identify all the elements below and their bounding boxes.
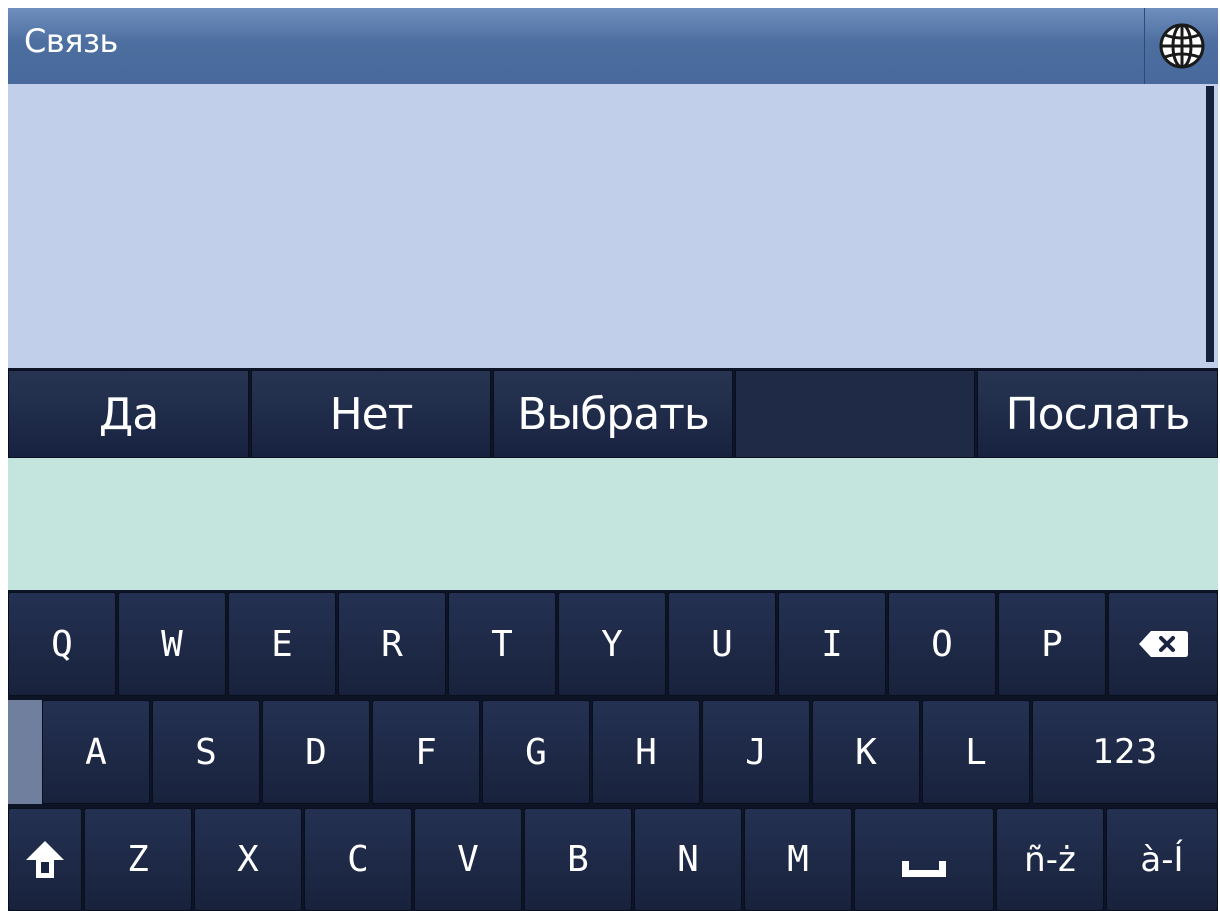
empty-action-slot bbox=[735, 370, 975, 458]
on-screen-keyboard: Q W E R T Y U I O P A S D F G H J K L 12… bbox=[8, 590, 1218, 911]
key-z[interactable]: Z bbox=[84, 808, 192, 911]
accent-key-a-i[interactable]: à-Í bbox=[1106, 808, 1218, 911]
language-button[interactable] bbox=[1144, 8, 1218, 84]
window-title: Связь bbox=[24, 22, 118, 60]
key-o[interactable]: O bbox=[888, 592, 996, 696]
text-input-field[interactable] bbox=[8, 458, 1218, 590]
shift-icon bbox=[26, 840, 64, 878]
message-scrollbar[interactable] bbox=[1206, 86, 1214, 362]
message-history-area[interactable] bbox=[8, 84, 1218, 368]
key-l[interactable]: L bbox=[922, 700, 1030, 804]
select-button[interactable]: Выбрать bbox=[493, 370, 733, 458]
key-y[interactable]: Y bbox=[558, 592, 666, 696]
key-g[interactable]: G bbox=[482, 700, 590, 804]
key-m[interactable]: M bbox=[744, 808, 852, 911]
key-w[interactable]: W bbox=[118, 592, 226, 696]
space-icon bbox=[902, 860, 946, 877]
key-h[interactable]: H bbox=[592, 700, 700, 804]
accent-key-n-z[interactable]: ñ-ż bbox=[996, 808, 1104, 911]
key-q[interactable]: Q bbox=[8, 592, 116, 696]
key-e[interactable]: E bbox=[228, 592, 336, 696]
key-p[interactable]: P bbox=[998, 592, 1106, 696]
action-bar: Да Нет Выбрать Послать bbox=[8, 368, 1218, 458]
space-key[interactable] bbox=[854, 808, 994, 911]
key-u[interactable]: U bbox=[668, 592, 776, 696]
send-button[interactable]: Послать bbox=[977, 370, 1218, 458]
numbers-key[interactable]: 123 bbox=[1032, 700, 1218, 804]
key-v[interactable]: V bbox=[414, 808, 522, 911]
key-b[interactable]: B bbox=[524, 808, 632, 911]
key-k[interactable]: K bbox=[812, 700, 920, 804]
key-c[interactable]: C bbox=[304, 808, 412, 911]
key-d[interactable]: D bbox=[262, 700, 370, 804]
backspace-key[interactable] bbox=[1108, 592, 1218, 696]
key-a[interactable]: A bbox=[42, 700, 150, 804]
no-button[interactable]: Нет bbox=[251, 370, 491, 458]
key-i[interactable]: I bbox=[778, 592, 886, 696]
key-r[interactable]: R bbox=[338, 592, 446, 696]
title-bar: Связь bbox=[8, 8, 1218, 84]
keyboard-row-indent bbox=[8, 700, 42, 804]
key-j[interactable]: J bbox=[702, 700, 810, 804]
key-x[interactable]: X bbox=[194, 808, 302, 911]
key-s[interactable]: S bbox=[152, 700, 260, 804]
key-f[interactable]: F bbox=[372, 700, 480, 804]
shift-key[interactable] bbox=[8, 808, 82, 911]
key-t[interactable]: T bbox=[448, 592, 556, 696]
globe-icon bbox=[1159, 23, 1204, 69]
yes-button[interactable]: Да bbox=[8, 370, 249, 458]
app-screen: Связь Да Нет Выбрать Послать Q W E R T Y bbox=[8, 8, 1218, 911]
backspace-icon bbox=[1139, 631, 1188, 657]
key-n[interactable]: N bbox=[634, 808, 742, 911]
